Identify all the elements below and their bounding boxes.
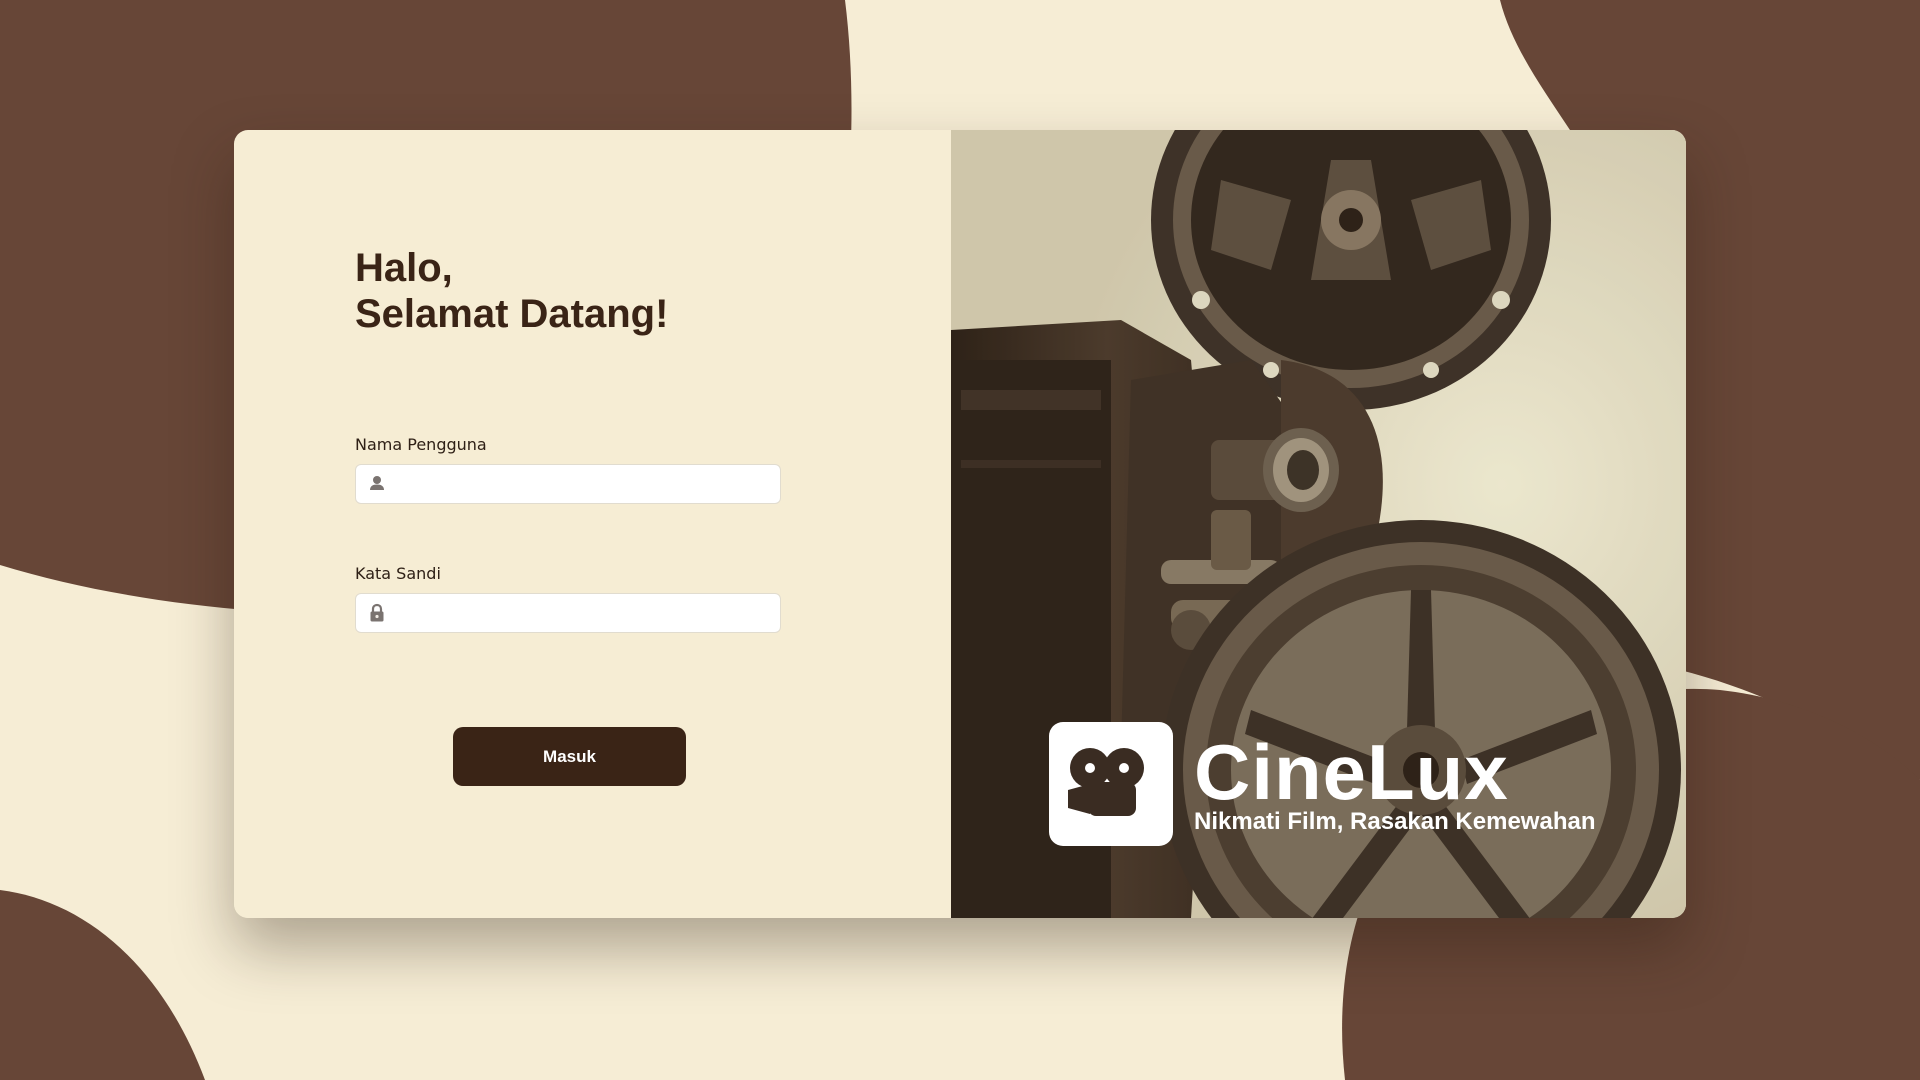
brand-block: CineLux Nikmati Film, Rasakan Kemewahan xyxy=(1049,722,1595,846)
film-camera-icon xyxy=(1068,748,1144,822)
greeting-line-2: Selamat Datang! xyxy=(355,292,669,336)
username-input[interactable] xyxy=(386,464,780,504)
hero-image-panel: CineLux Nikmati Film, Rasakan Kemewahan xyxy=(951,130,1686,918)
login-form-panel: Halo, Selamat Datang! Nama Pengguna Kata… xyxy=(234,130,951,918)
password-input[interactable] xyxy=(386,593,780,633)
login-card: Halo, Selamat Datang! Nama Pengguna Kata… xyxy=(234,130,1686,918)
background-blob-bottom-left xyxy=(0,890,205,1080)
lock-icon xyxy=(370,603,384,622)
user-icon xyxy=(370,476,384,490)
username-field[interactable] xyxy=(355,464,781,504)
brand-name: CineLux xyxy=(1194,728,1509,816)
password-field[interactable] xyxy=(355,593,781,633)
brand-tagline: Nikmati Film, Rasakan Kemewahan xyxy=(1194,808,1596,835)
username-label: Nama Pengguna xyxy=(355,435,487,454)
brand-logo xyxy=(1049,722,1173,846)
login-button[interactable]: Masuk xyxy=(453,727,686,786)
brand-text: CineLux Nikmati Film, Rasakan Kemewahan xyxy=(1194,732,1595,836)
greeting-heading: Halo, Selamat Datang! xyxy=(355,245,668,337)
greeting-line-1: Halo, xyxy=(355,246,453,290)
password-label: Kata Sandi xyxy=(355,564,441,583)
